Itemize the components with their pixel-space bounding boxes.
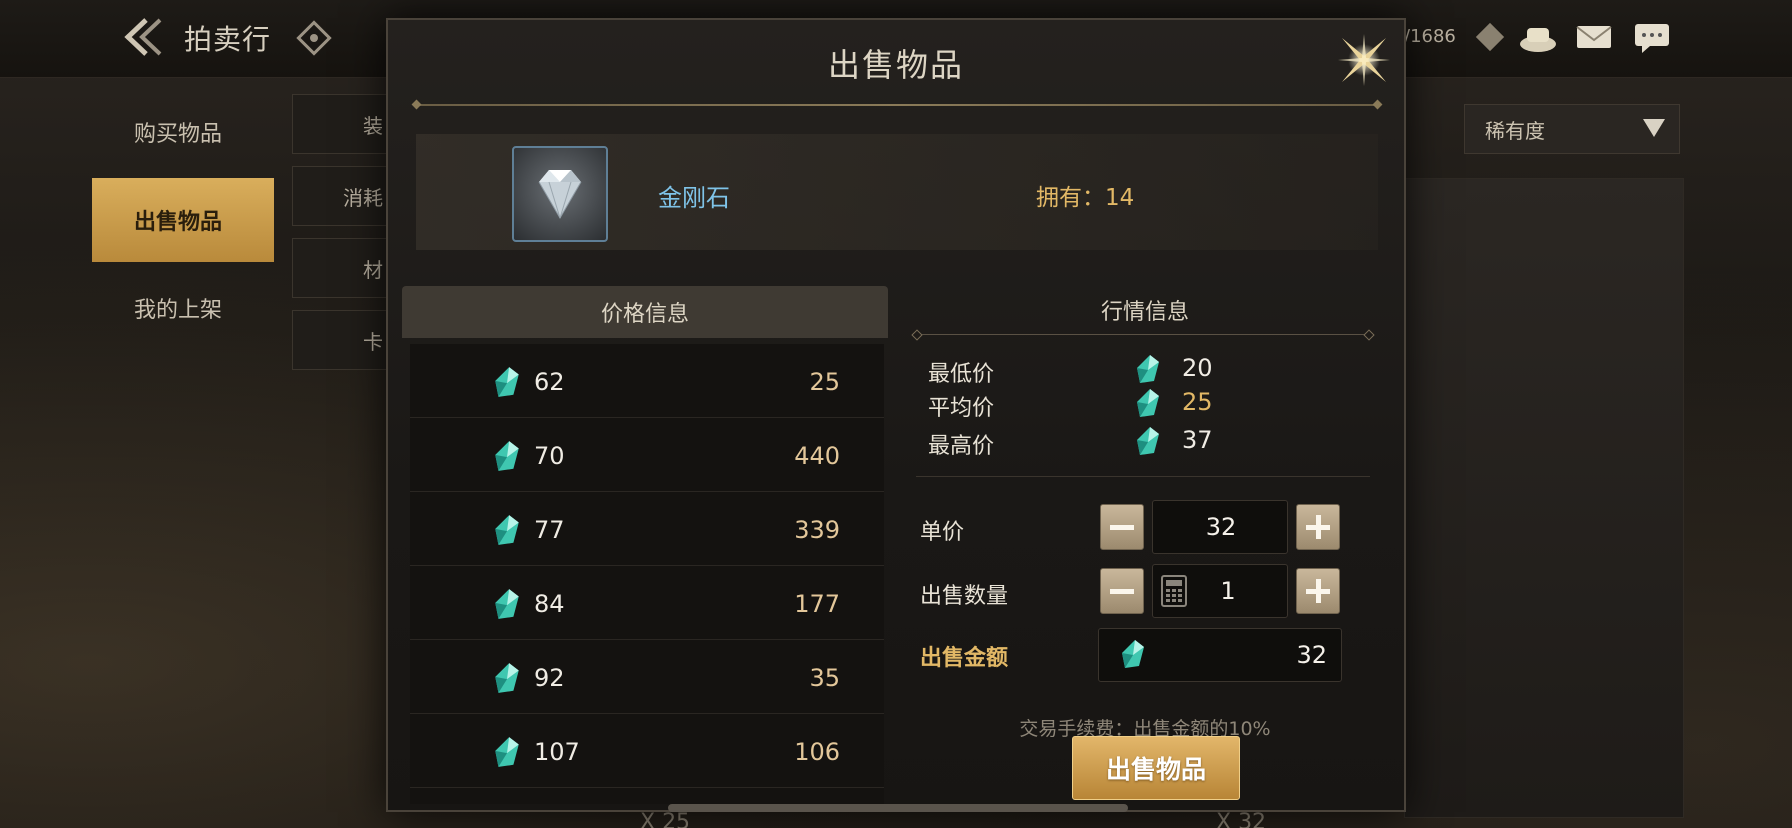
rarity-dropdown[interactable]: 稀有度 — [1464, 104, 1680, 154]
market-highest: 最高价 37 — [928, 426, 1348, 460]
plus-icon-vertical — [1315, 515, 1321, 539]
quantity-available: 25 — [809, 368, 840, 396]
quantity-input[interactable]: 1 — [1152, 564, 1288, 618]
average-price-label: 平均价 — [928, 396, 995, 421]
price-row[interactable]: 107 106 — [410, 714, 884, 788]
treasure-icon[interactable] — [1518, 20, 1558, 54]
background-count-1: X 25 — [640, 810, 691, 828]
mail-icon[interactable] — [1574, 20, 1614, 54]
total-label: 出售金额 — [920, 646, 1009, 671]
diamond-item-icon[interactable] — [512, 146, 608, 242]
teal-gem-icon — [494, 440, 520, 472]
price-row[interactable]: 62 25 — [410, 344, 884, 418]
minus-icon — [1110, 524, 1134, 530]
market-separator — [916, 476, 1370, 477]
sell-item-button[interactable]: 出售物品 — [1072, 736, 1240, 800]
price-value: 84 — [534, 590, 565, 618]
quantity-available: 177 — [794, 590, 840, 618]
teal-gem-icon — [494, 588, 520, 620]
quantity-available: 339 — [794, 516, 840, 544]
calculator-icon[interactable] — [1161, 575, 1187, 607]
sub-tab-material[interactable]: 材 — [292, 238, 392, 298]
market-average: 平均价 25 — [928, 388, 1348, 422]
modal-title: 出售物品 — [827, 46, 964, 84]
price-value: 62 — [534, 368, 565, 396]
total-amount-box: 32 — [1098, 628, 1342, 682]
lowest-price-label: 最低价 — [928, 362, 995, 387]
total-amount-value: 32 — [1296, 641, 1327, 669]
auction-house-title: 拍卖行 — [184, 23, 272, 56]
plus-diamond-icon[interactable] — [1470, 20, 1510, 54]
quantity-value: 1 — [1220, 577, 1236, 605]
side-item-sell[interactable]: 出售物品 — [92, 178, 274, 262]
unit-price-value: 32 — [1205, 513, 1237, 541]
price-row[interactable]: 77 339 — [410, 492, 884, 566]
side-item-buy[interactable]: 购买物品 — [92, 90, 274, 174]
unit-price-minus-button[interactable] — [1100, 504, 1144, 550]
unit-price-plus-button[interactable] — [1296, 504, 1340, 550]
owned-value: 14 — [1105, 185, 1135, 211]
price-value: 107 — [534, 738, 580, 766]
quantity-available: 35 — [809, 664, 840, 692]
item-owned-count: 拥有：14 — [1036, 178, 1134, 212]
teal-gem-icon — [494, 736, 520, 768]
price-value: 70 — [534, 442, 565, 470]
quantity-available: 440 — [794, 442, 840, 470]
chevron-down-icon — [1643, 119, 1665, 137]
price-info-panel: 价格信息 62 25 70 440 77 339 84 177 92 35 107 106 — [402, 286, 888, 804]
item-strip: 金刚石 拥有：14 — [416, 134, 1378, 250]
price-row[interactable]: 70 440 — [410, 418, 884, 492]
quantity-minus-button[interactable] — [1100, 568, 1144, 614]
chat-icon[interactable] — [1632, 20, 1672, 54]
market-info-header: 行情信息 — [1100, 300, 1189, 325]
price-row[interactable]: 84 177 — [410, 566, 884, 640]
teal-gem-icon — [494, 662, 520, 694]
currency-readout: /1686 — [1404, 26, 1456, 47]
price-row[interactable]: 92 35 — [410, 640, 884, 714]
unit-price-label: 单价 — [920, 520, 965, 545]
highest-price-label: 最高价 — [928, 434, 995, 459]
side-nav: 购买物品 出售物品 我的上架 — [92, 90, 274, 354]
market-divider — [916, 334, 1370, 335]
teal-gem-icon — [1136, 426, 1160, 456]
sub-tab-equipment[interactable]: 装 — [292, 94, 392, 154]
teal-gem-icon — [494, 514, 520, 546]
teal-gem-icon — [494, 366, 520, 398]
price-value: 77 — [534, 516, 565, 544]
teal-gem-icon — [1136, 388, 1160, 418]
background-item-panel — [1404, 178, 1684, 818]
sell-item-modal: 出售物品 金刚石 拥有：14 价格信息 62 25 70 440 77 339 … — [386, 18, 1406, 812]
quantity-plus-button[interactable] — [1296, 568, 1340, 614]
quantity-label: 出售数量 — [920, 584, 1009, 609]
diamond-help-icon[interactable] — [296, 20, 332, 56]
title-divider — [416, 104, 1378, 106]
quantity-available: 106 — [794, 738, 840, 766]
highest-price-value: 37 — [1182, 426, 1213, 454]
plus-icon-vertical — [1315, 579, 1321, 603]
item-name: 金刚石 — [658, 184, 730, 212]
price-value: 92 — [534, 664, 565, 692]
price-info-header: 价格信息 — [402, 286, 888, 338]
teal-gem-icon — [1121, 639, 1145, 669]
sub-tab-consumable[interactable]: 消耗 — [292, 166, 392, 226]
lowest-price-value: 20 — [1182, 354, 1213, 382]
average-price-value: 25 — [1182, 388, 1213, 416]
price-list[interactable]: 62 25 70 440 77 339 84 177 92 35 107 106 — [410, 344, 884, 804]
owned-label: 拥有： — [1036, 185, 1105, 211]
star-close-icon[interactable] — [1334, 30, 1394, 90]
teal-gem-icon — [1136, 354, 1160, 384]
side-item-my-listings[interactable]: 我的上架 — [92, 266, 274, 350]
market-lowest: 最低价 20 — [928, 354, 1348, 388]
background-count-2: X 32 — [1216, 810, 1267, 828]
minus-icon — [1110, 588, 1134, 594]
rarity-dropdown-label: 稀有度 — [1485, 118, 1545, 143]
scrollbar[interactable] — [668, 804, 1128, 812]
back-arrow-icon[interactable] — [118, 14, 168, 62]
unit-price-input[interactable]: 32 — [1152, 500, 1288, 554]
sub-tab-card[interactable]: 卡 — [292, 310, 392, 370]
